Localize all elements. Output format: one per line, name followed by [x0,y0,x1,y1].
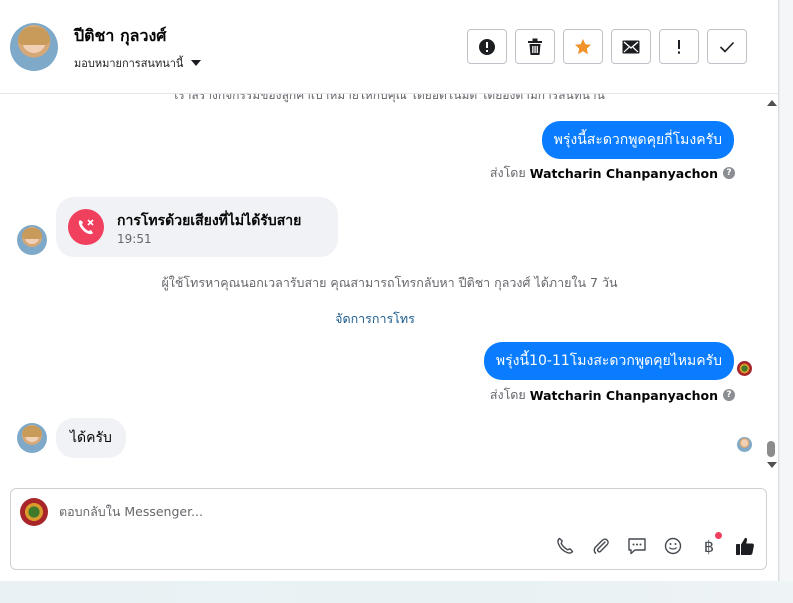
callback-info: ผู้ใช้โทรหาคุณนอกเวลารับสาย คุณสามารถโทร… [161,275,618,290]
page-avatar [20,498,48,526]
manage-calls-link[interactable]: จัดการการโทร [0,309,750,329]
assign-conversation-dropdown[interactable]: มอบหมายการสนทนานี้ [74,54,202,72]
missed-call-bubble[interactable]: การโทรด้วยเสียงที่ไม่ได้รับสาย 19:51 [56,197,338,257]
question-icon[interactable]: ? [723,167,735,179]
alert-circle-icon [479,38,495,55]
missed-call-title: การโทรด้วยเสียงที่ไม่ได้รับสาย [117,213,302,229]
reply-input[interactable] [59,504,659,519]
thumbs-up-icon[interactable] [734,535,756,557]
conversation-header: ปีติชา กุลวงศ์ มอบหมายการสนทนานี้ [0,0,778,94]
message-scrollbar[interactable] [765,94,777,474]
sent-by-line: ส่งโดย Watcharin Chanpanyachon ? [490,385,735,405]
phone-icon[interactable] [554,535,576,557]
delete-button[interactable] [515,29,555,64]
trash-icon [528,38,542,55]
sender-name: Watcharin Chanpanyachon [529,165,718,181]
baht-icon[interactable]: ฿ [698,532,722,557]
question-icon[interactable]: ? [723,389,735,401]
mark-unread-button[interactable] [611,29,651,64]
conversation-panel: ปีติชา กุลวงศ์ มอบหมายการสนทนานี้ เราสร้… [0,0,779,581]
contact-avatar[interactable] [10,23,58,71]
spam-button[interactable] [467,29,507,64]
outgoing-message[interactable]: พรุ่งนี้สะดวกพูดคุยกี่โมงครับ [541,121,734,159]
message-thread: เราสร้างกิจกรรมของลูกค้าเป้าหมายให้กับคุ… [0,94,778,484]
scrollbar-thumb[interactable] [767,441,775,457]
scroll-down-arrow-icon[interactable] [767,462,777,468]
window-edge [780,0,793,581]
sent-by-prefix: ส่งโดย [489,387,526,402]
follow-up-button[interactable] [659,29,699,64]
sent-by-line: ส่งโดย Watcharin Chanpanyachon ? [490,163,735,183]
outgoing-message[interactable]: พรุ่งนี้10-11โมงสะดวกพูดคุยไหมครับ [483,342,734,380]
seen-avatar [737,437,752,452]
contact-name[interactable]: ปีติชา กุลวงศ์ [74,24,166,49]
auto-activity-notice: เราสร้างกิจกรรมของลูกค้าเป้าหมายให้กับคุ… [174,94,605,102]
reply-composer: ฿ [10,488,767,570]
exclamation-icon [678,39,680,54]
sender-name: Watcharin Chanpanyachon [529,387,718,403]
read-receipt-avatar [737,361,752,376]
chat-bubble-icon[interactable] [626,535,648,557]
missed-call-time: 19:51 [117,232,152,246]
missed-call-icon [68,209,104,245]
header-actions [467,29,747,64]
composer-tools: ฿ [554,532,756,557]
scroll-up-arrow-icon[interactable] [767,100,777,106]
notification-dot [715,532,722,539]
paperclip-icon[interactable] [590,535,612,557]
assign-label: มอบหมายการสนทนานี้ [74,57,184,70]
star-button[interactable] [563,29,603,64]
check-icon [719,41,735,53]
baht-symbol: ฿ [703,536,715,556]
bottom-background [0,581,793,603]
done-button[interactable] [707,29,747,64]
caret-down-icon [191,60,202,66]
star-icon [575,38,591,54]
envelope-icon [622,40,640,53]
incoming-message[interactable]: ได้ครับ [56,418,126,458]
contact-avatar-small [17,423,47,453]
sent-by-prefix: ส่งโดย [489,165,526,180]
contact-avatar-small [17,225,47,255]
smiley-icon[interactable] [662,535,684,557]
